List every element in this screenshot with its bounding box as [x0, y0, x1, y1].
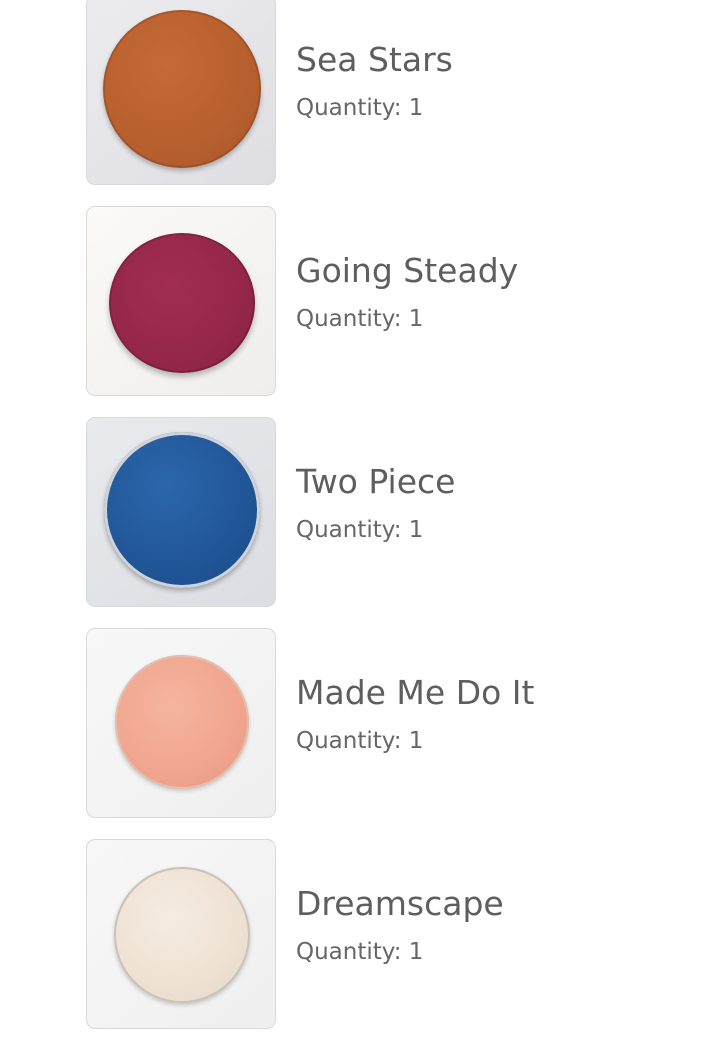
- product-image[interactable]: [86, 417, 276, 607]
- product-image[interactable]: [86, 628, 276, 818]
- cart-item: Dreamscape Quantity: 1: [0, 839, 707, 1050]
- quantity-label: Quantity:: [296, 306, 402, 332]
- cart-item: Going Steady Quantity: 1: [0, 206, 707, 417]
- product-name[interactable]: Going Steady: [296, 251, 518, 291]
- quantity-value: 1: [408, 728, 424, 754]
- quantity-value: 1: [408, 517, 424, 543]
- eyeshadow-pan-swatch: [103, 10, 261, 168]
- quantity-value: 1: [408, 939, 424, 965]
- quantity-label: Quantity:: [296, 517, 402, 543]
- quantity-label: Quantity:: [296, 95, 402, 121]
- eyeshadow-pan-swatch: [104, 432, 260, 588]
- product-image[interactable]: [86, 839, 276, 1029]
- product-info: Made Me Do It Quantity: 1: [296, 673, 534, 756]
- product-quantity: Quantity: 1: [296, 515, 455, 545]
- product-info: Going Steady Quantity: 1: [296, 251, 518, 334]
- cart-item: Sea Stars Quantity: 1: [0, 0, 707, 206]
- quantity-label: Quantity:: [296, 939, 402, 965]
- product-info: Two Piece Quantity: 1: [296, 462, 455, 545]
- eyeshadow-pan-swatch: [115, 655, 249, 789]
- product-quantity: Quantity: 1: [296, 726, 534, 756]
- cart-item: Two Piece Quantity: 1: [0, 417, 707, 628]
- product-name[interactable]: Dreamscape: [296, 884, 504, 924]
- product-image[interactable]: [86, 0, 276, 185]
- product-info: Sea Stars Quantity: 1: [296, 40, 453, 123]
- product-image[interactable]: [86, 206, 276, 396]
- cart-item-list: Sea Stars Quantity: 1 Going Steady Quant…: [0, 0, 707, 1050]
- eyeshadow-pan-swatch: [114, 867, 250, 1003]
- cart-item: Made Me Do It Quantity: 1: [0, 628, 707, 839]
- quantity-value: 1: [408, 95, 424, 121]
- product-name[interactable]: Two Piece: [296, 462, 455, 502]
- eyeshadow-pan-swatch: [109, 233, 255, 373]
- product-quantity: Quantity: 1: [296, 304, 518, 334]
- product-name[interactable]: Sea Stars: [296, 40, 453, 80]
- product-name[interactable]: Made Me Do It: [296, 673, 534, 713]
- product-quantity: Quantity: 1: [296, 93, 453, 123]
- quantity-value: 1: [408, 306, 424, 332]
- product-quantity: Quantity: 1: [296, 937, 504, 967]
- product-info: Dreamscape Quantity: 1: [296, 884, 504, 967]
- quantity-label: Quantity:: [296, 728, 402, 754]
